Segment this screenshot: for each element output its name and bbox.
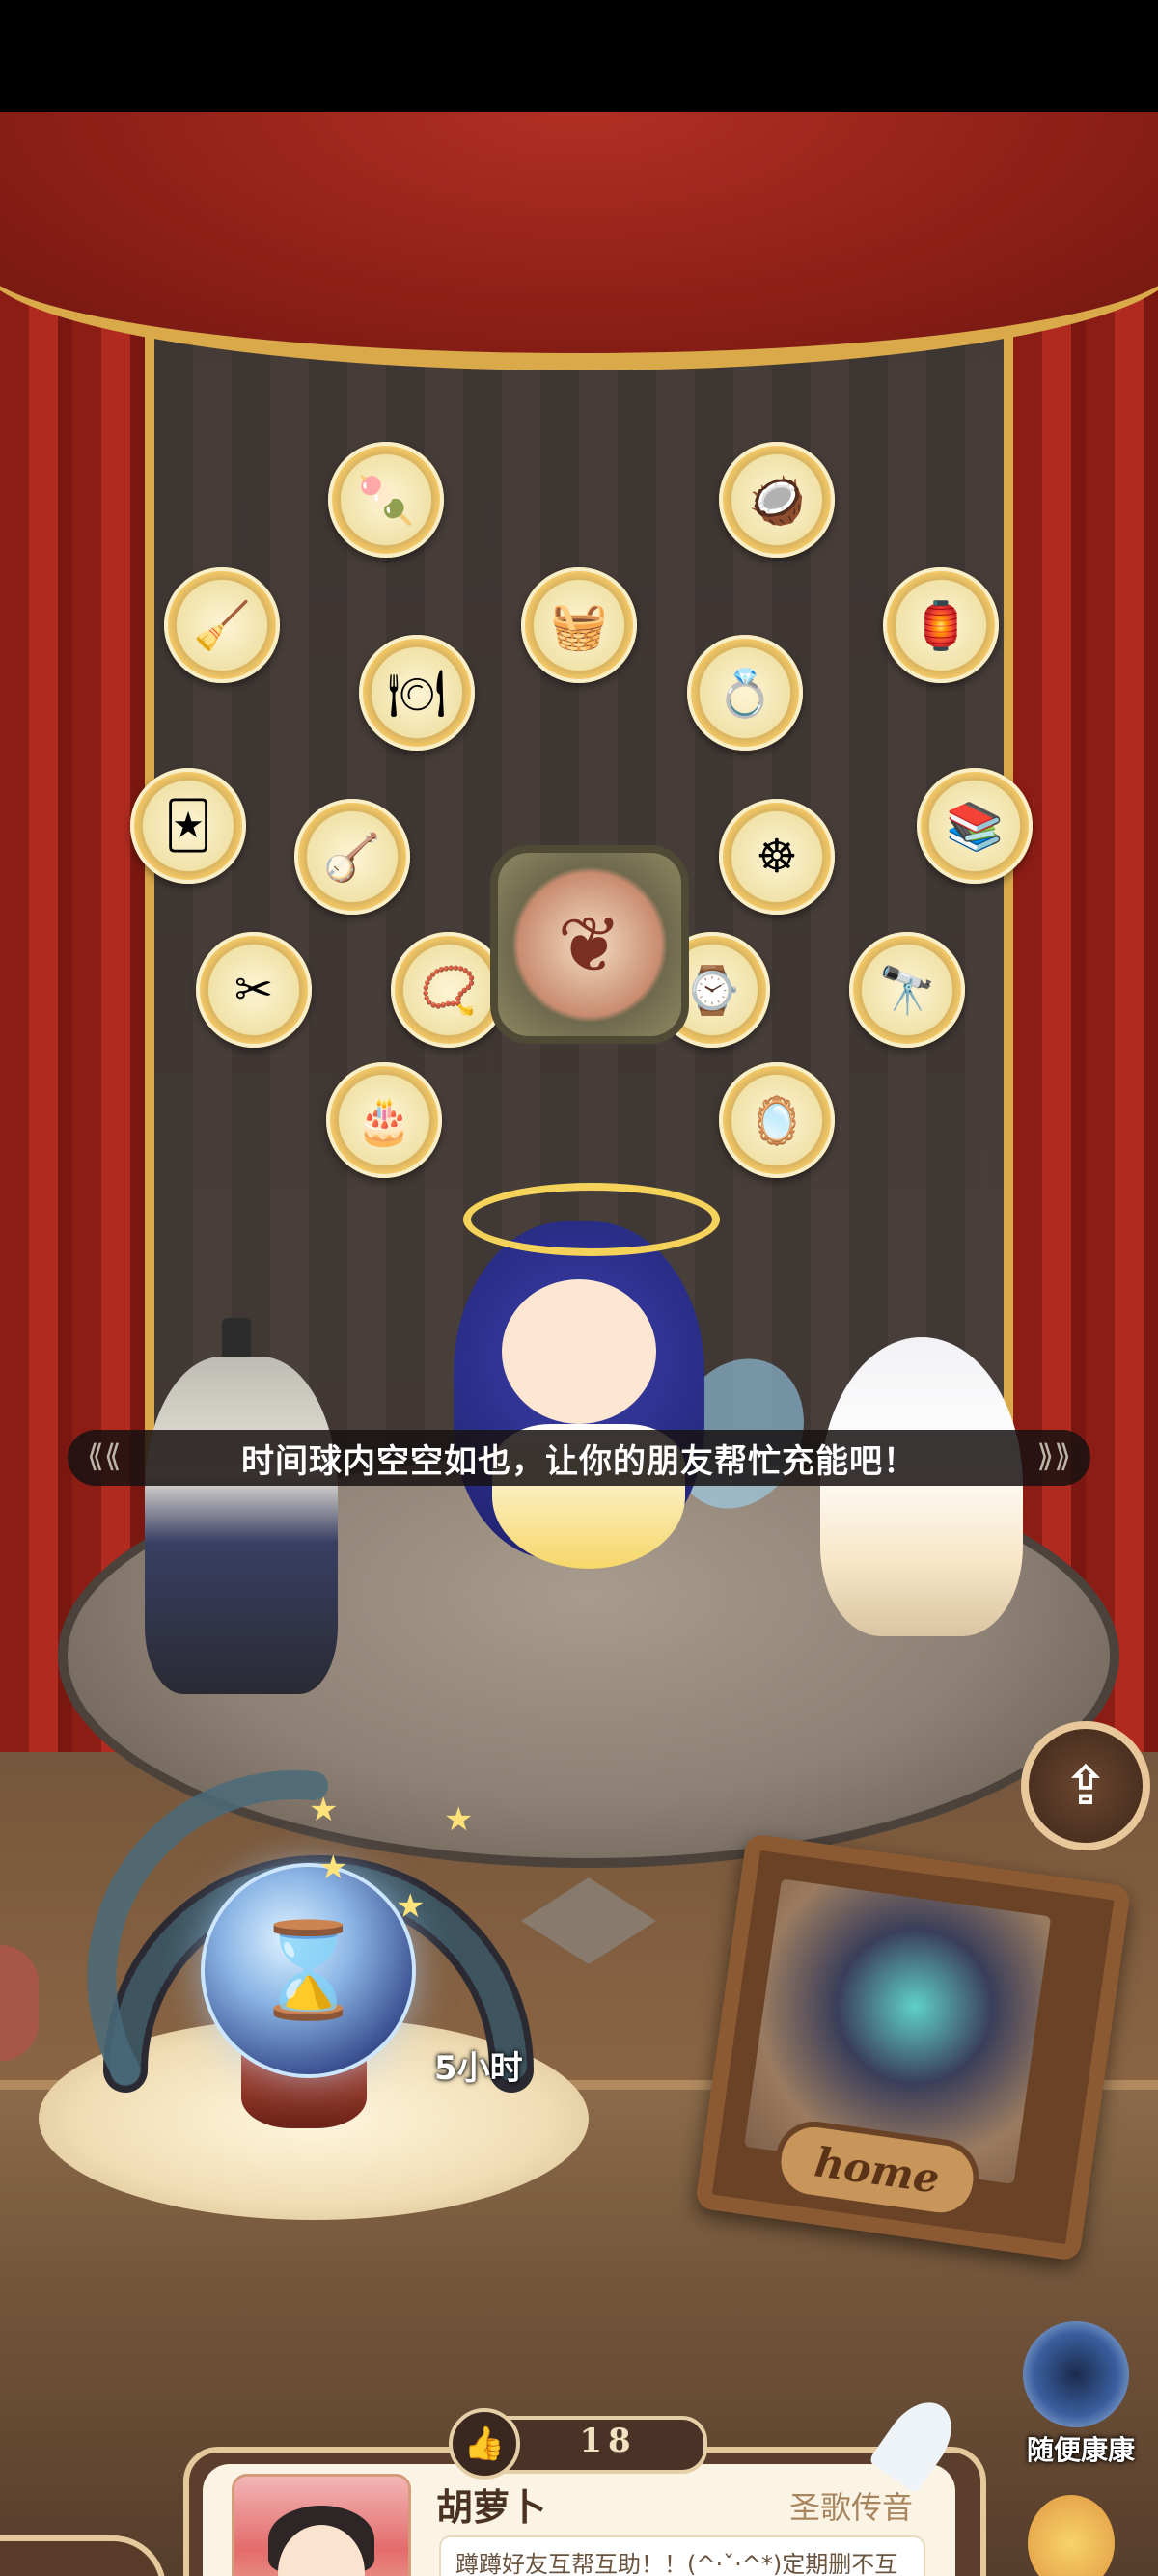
- collection-item-cow-cake[interactable]: 🎂: [326, 1062, 442, 1178]
- share-button[interactable]: ⇪: [1021, 1721, 1150, 1850]
- banner-right-decoration: ⟫⟫: [1036, 1438, 1071, 1474]
- cat-king-character[interactable]: [145, 1357, 338, 1694]
- collection-item-scissors[interactable]: ✂: [196, 932, 312, 1048]
- message-banner: ⟪⟪ 时间球内空空如也，让你的朋友帮忙充能吧！ ⟫⟫: [68, 1430, 1090, 1486]
- platform-ornament: [521, 1877, 656, 1964]
- orb-duration-label: 5小时: [434, 2049, 523, 2088]
- random-visit-button[interactable]: [1023, 2321, 1129, 2427]
- home-icon: ⌂: [56, 2563, 91, 2576]
- collection-item-sapphire-ring[interactable]: 💍: [687, 635, 803, 751]
- user-title: 圣歌传音: [789, 2489, 914, 2526]
- banner-left-decoration: ⟪⟪: [87, 1438, 122, 1474]
- sparkle-icon: ★: [444, 1800, 474, 1839]
- sparkle-icon: ★: [396, 1887, 426, 1926]
- collection-item-tarot-card[interactable]: 🃏: [130, 768, 246, 884]
- collection-item-bread-basket[interactable]: 🧺: [521, 567, 637, 683]
- collection-item-telescope[interactable]: 🔭: [849, 932, 965, 1048]
- collection-item-bead-bracelet[interactable]: 📿: [391, 932, 507, 1048]
- center-seal[interactable]: ❦: [490, 845, 689, 1044]
- collection-item-ship-wheel[interactable]: ☸: [719, 799, 835, 915]
- friends-button[interactable]: [999, 2495, 1134, 2576]
- collection-item-marshmallow[interactable]: 🍡: [328, 442, 444, 558]
- share-icon: ⇪: [1062, 1754, 1109, 1818]
- message-text: 时间球内空空如也，让你的朋友帮忙充能吧！: [241, 1441, 917, 1481]
- curtain-top: [0, 112, 1158, 370]
- angel-face: [502, 1279, 656, 1424]
- curtain-left: [0, 112, 154, 1752]
- collection-item-plate[interactable]: 🍽: [359, 635, 475, 751]
- collection-item-folded-cloth[interactable]: 📚: [917, 768, 1033, 884]
- left-edge-decoration: [0, 1945, 39, 2061]
- collection-item-lantern[interactable]: 🏮: [883, 567, 999, 683]
- collection-item-hand-mirror[interactable]: 🪞: [719, 1062, 835, 1178]
- collection-item-brush[interactable]: 🧹: [164, 567, 280, 683]
- hourglass-icon: ⌛: [250, 1916, 367, 2024]
- sparkle-icon: ★: [309, 1791, 339, 1829]
- friends-icon: [1028, 2495, 1115, 2576]
- time-orb[interactable]: ⌛: [201, 1863, 416, 2078]
- bio-text: 蹲蹲好友互帮互助！！(^·ˇ·^*)定期删不互上线: [455, 2551, 898, 2576]
- star-child-character[interactable]: [820, 1337, 1023, 1636]
- home-frame-label: home: [812, 2137, 943, 2203]
- game-stage: 🍡 🥥 🧹 🧺 🏮 🍽 💍 🃏 🪕 ☸ 📚 ✂ 📿 ⌚ 🔭 🎂 🪞 ❦ ⟪⟪ 时…: [0, 112, 1158, 2576]
- random-visit-label[interactable]: 随便康康: [1013, 2429, 1148, 2468]
- halo: [463, 1183, 720, 1256]
- status-bar-area: [0, 0, 1158, 112]
- collection-item-coconut[interactable]: 🥥: [719, 442, 835, 558]
- avatar[interactable]: [232, 2474, 411, 2576]
- collection-item-lute[interactable]: 🪕: [294, 799, 410, 915]
- thumbs-up-icon[interactable]: 👍: [449, 2408, 520, 2480]
- curtain-right: [1004, 112, 1158, 1752]
- username: 胡萝卜: [436, 2486, 547, 2529]
- sparkle-icon: ★: [318, 1849, 348, 1887]
- like-count: 18: [579, 2422, 637, 2460]
- home-picture-frame[interactable]: home: [694, 1832, 1132, 2262]
